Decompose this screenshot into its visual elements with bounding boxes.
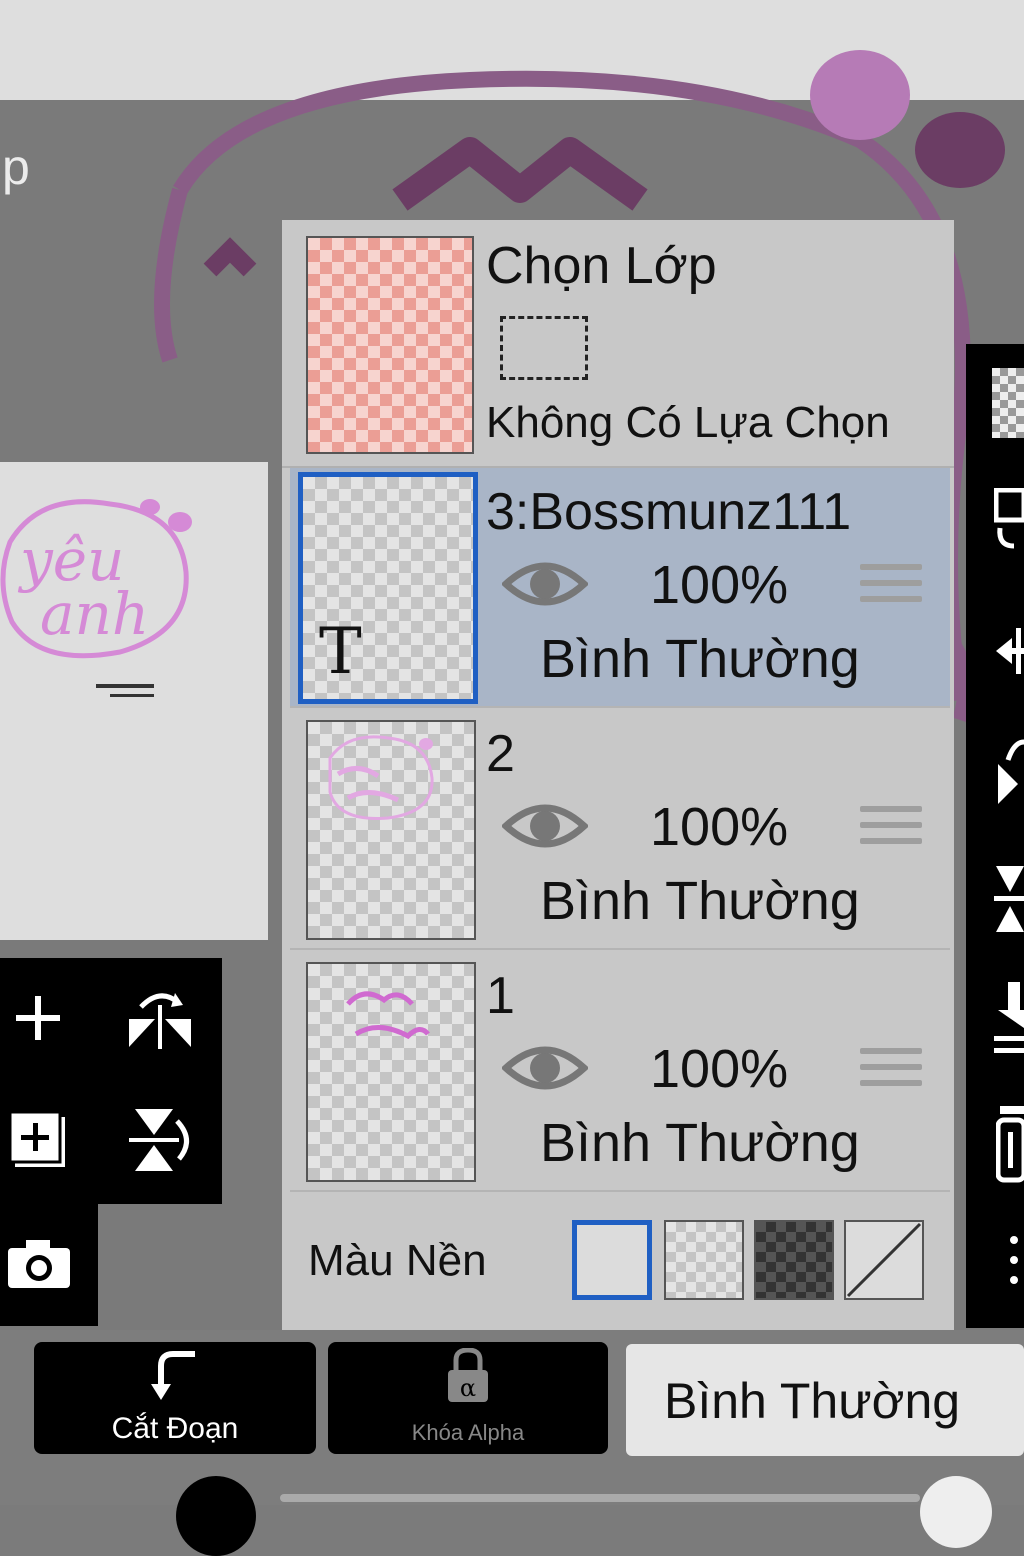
add-layer-icon[interactable] [4, 1106, 74, 1176]
rotate-icon[interactable] [994, 738, 1024, 808]
preview-artwork: yêu anh [0, 499, 192, 697]
eye-icon[interactable] [500, 1040, 590, 1101]
layer-opacity[interactable]: 100% [650, 796, 788, 858]
layer-blend-mode: Bình Thường [540, 629, 860, 689]
more-icon[interactable] [1006, 1232, 1022, 1292]
camera-icon[interactable] [4, 1234, 74, 1294]
opacity-slider-knob[interactable] [176, 1476, 256, 1556]
header-partial-title: p [2, 139, 30, 195]
layer-opacity[interactable]: 100% [650, 1038, 788, 1100]
layer-row-1[interactable]: 1 100% Bình Thường [290, 952, 950, 1192]
layer-name: 2 [486, 725, 515, 783]
canvas-preview[interactable]: yêu anh [0, 462, 268, 940]
move-icon[interactable] [994, 618, 1024, 684]
trash-icon[interactable] [995, 1104, 1024, 1184]
eye-icon[interactable] [500, 798, 590, 859]
layer-blend-mode: Bình Thường [540, 1113, 860, 1173]
right-toolbar [966, 344, 1024, 1328]
layer-thumbnail [306, 962, 476, 1182]
svg-text:α: α [460, 1374, 476, 1402]
blend-mode-value: Bình Thường [664, 1373, 961, 1429]
flip-vertical-icon[interactable] [122, 1102, 198, 1178]
drag-handle-icon[interactable] [860, 1048, 922, 1096]
layer-name: 1 [486, 967, 515, 1025]
text-layer-icon: T [319, 615, 362, 689]
flip-horizontal-icon[interactable] [122, 982, 198, 1054]
bg-swatch-white[interactable] [572, 1220, 652, 1300]
camera-tool-block [0, 1204, 98, 1326]
layer-row-2[interactable]: 2 100% Bình Thường [290, 710, 950, 950]
opacity-slider-track[interactable] [280, 1494, 920, 1502]
selection-layer-title: Chọn Lớp [486, 237, 717, 295]
clip-arrow-icon [151, 1351, 195, 1400]
flip-icon[interactable] [994, 862, 1024, 934]
alpha-lock-button[interactable]: α Khóa Alpha [328, 1342, 608, 1454]
bg-swatch-dark-checker[interactable] [754, 1220, 834, 1300]
layer-blend-mode: Bình Thường [540, 871, 860, 931]
checker-icon[interactable] [992, 368, 1024, 438]
drag-handle-icon[interactable] [860, 564, 922, 612]
slider-end-knob[interactable] [920, 1476, 992, 1548]
alpha-lock-label: Khóa Alpha [411, 1420, 525, 1445]
background-label: Màu Nền [308, 1236, 487, 1285]
selection-thumbnail [306, 236, 474, 454]
lock-icon: α [448, 1348, 488, 1402]
layer-opacity[interactable]: 100% [650, 554, 788, 616]
bg-swatch-none[interactable] [844, 1220, 924, 1300]
layer-tools [0, 958, 222, 1204]
plus-icon[interactable] [6, 986, 70, 1050]
blend-mode-selector[interactable]: Bình Thường [626, 1344, 1024, 1456]
layer-thumbnail: T [298, 472, 478, 704]
clipping-button[interactable]: Cắt Đoạn [34, 1342, 316, 1454]
selection-status: Không Có Lựa Chọn [486, 398, 890, 447]
drag-handle-icon[interactable] [860, 806, 922, 854]
layer-name: 3:Bossmunz111 [486, 483, 852, 541]
layers-panel: Chọn Lớp Không Có Lựa Chọn T 3:Bossmunz1… [282, 220, 954, 1330]
eye-icon[interactable] [500, 556, 590, 617]
preview-text-line2: anh [40, 580, 149, 648]
clipping-label: Cắt Đoạn [111, 1412, 239, 1445]
copy-down-icon[interactable] [993, 487, 1024, 554]
top-bar [0, 0, 1024, 100]
layer-row-3[interactable]: T 3:Bossmunz111 100% Bình Thường [290, 468, 950, 708]
marquee-icon [500, 316, 588, 380]
layer-thumbnail [306, 720, 476, 940]
merge-down-icon[interactable] [994, 980, 1024, 1060]
bg-swatch-light-checker[interactable] [664, 1220, 744, 1300]
background-color-row: Màu Nền [282, 1200, 954, 1320]
bottom-toolbar: Cắt Đoạn α Khóa Alpha Bình Thường [0, 1330, 1024, 1556]
selection-layer[interactable]: Chọn Lớp Không Có Lựa Chọn [282, 220, 954, 468]
